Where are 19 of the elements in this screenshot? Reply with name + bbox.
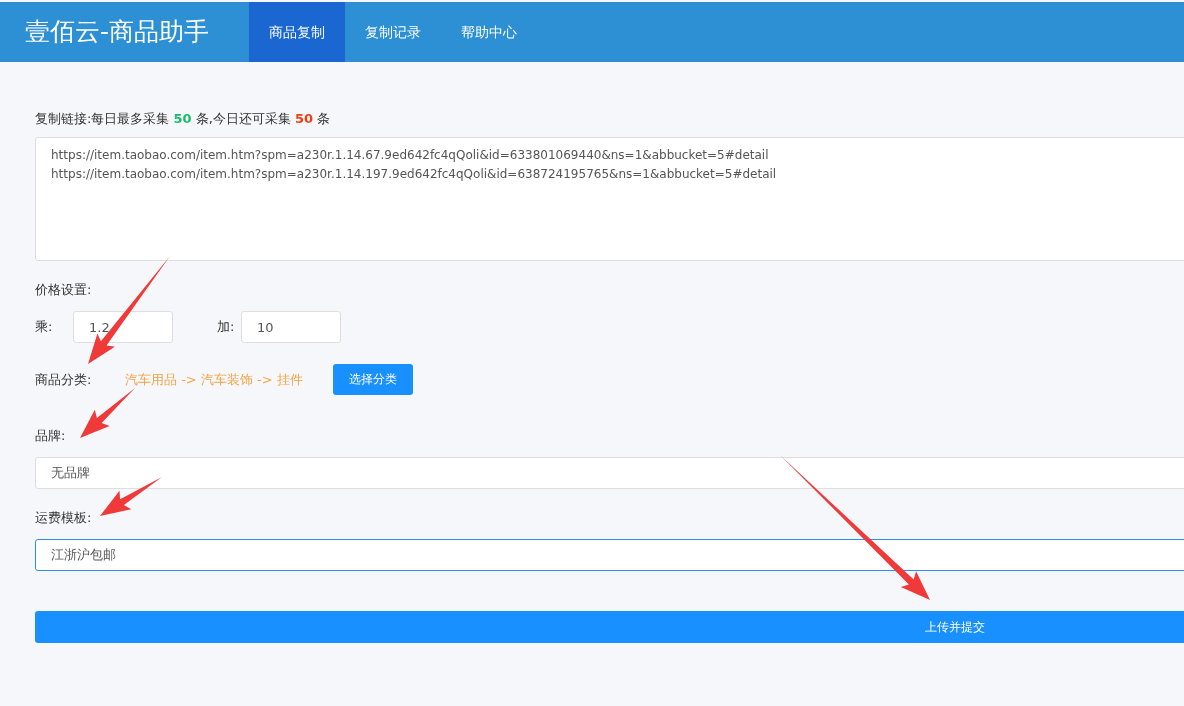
select-field[interactable]: 江浙沪包邮 xyxy=(35,539,1184,571)
field-label: 运费模板: xyxy=(35,509,93,527)
quota-text: 复制链接:每日最多采集 50 条,今日还可采集 50 条 xyxy=(35,110,332,128)
category-path: 汽车用品 -> 汽车装饰 -> 挂件 xyxy=(125,370,303,389)
nav-tab[interactable]: 商品复制 xyxy=(249,2,346,62)
app-title: 壹佰云-商品助手 xyxy=(24,16,211,48)
nav-tab[interactable]: 复制记录 xyxy=(345,2,442,62)
select-field[interactable]: 无品牌 xyxy=(35,457,1184,489)
field-label: 乘: xyxy=(35,318,54,336)
annotation-arrow xyxy=(80,388,135,438)
field-label: 加: xyxy=(217,318,236,336)
input-field[interactable]: 1.2 xyxy=(73,311,173,343)
field-label: 品牌: xyxy=(35,427,67,445)
field-label: 商品分类: xyxy=(35,370,93,389)
links-textarea[interactable]: https://item.taobao.com/item.htm?spm=a230r.1.14.67.9ed642fc4qQoli&id=633801069440&ns=1&abbucket=5#detail https://item.taobao.com/item.htm?spm=a230r.1.14.197.9ed642fc4qQoli&id=638724195765&ns=1&abbucket=5#detail xyxy=(35,137,1184,261)
annotation-arrow xyxy=(100,477,162,516)
nav-tab[interactable]: 帮助中心 xyxy=(441,2,538,62)
field-label: 价格设置: xyxy=(35,281,93,299)
input-field[interactable]: 10 xyxy=(241,311,341,343)
